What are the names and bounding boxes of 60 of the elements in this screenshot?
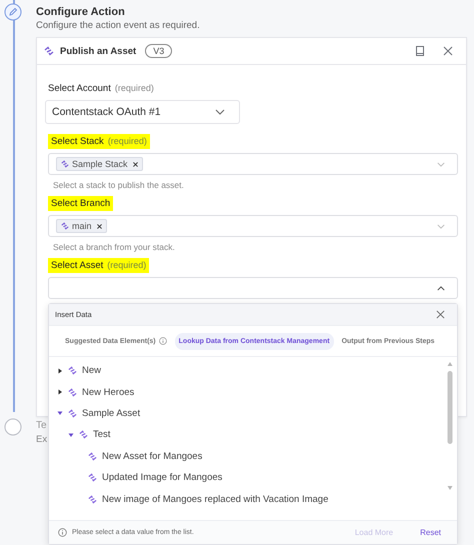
field-label: Select Account — [48, 83, 111, 94]
caret-right-icon[interactable] — [57, 389, 63, 396]
tree-label: New Asset for Mangoes — [102, 450, 202, 462]
book-icon[interactable] — [414, 45, 426, 57]
step-subtitle: Ex — [36, 433, 48, 446]
link-icon — [88, 452, 97, 461]
required-note: (required) — [107, 260, 146, 270]
pencil-icon — [4, 3, 22, 21]
tree-label: Sample Asset — [82, 408, 140, 419]
step-subtitle: Configure the action event as required. — [36, 19, 200, 32]
tree-item[interactable]: New — [49, 360, 457, 382]
tag-label: Sample Stack — [72, 159, 128, 169]
step-title: Te — [36, 419, 47, 433]
field-label: Select Branch — [51, 198, 110, 209]
link-icon — [79, 430, 88, 440]
link-icon — [68, 366, 77, 376]
link-icon — [68, 388, 77, 397]
remove-icon[interactable] — [96, 224, 102, 228]
tree-item[interactable]: Sample Asset — [49, 402, 457, 424]
multi-select-field[interactable] — [48, 277, 458, 299]
link-icon — [88, 473, 97, 482]
caret-down-icon[interactable] — [68, 432, 74, 438]
tree-label: New — [82, 365, 102, 376]
info-icon — [58, 528, 67, 537]
action-title: Publish an Asset — [60, 46, 136, 56]
version-badge: V3 — [145, 44, 172, 58]
multi-select-field[interactable]: main — [48, 215, 458, 237]
tree-item[interactable]: New Asset for Mangoes — [49, 446, 457, 467]
required-note: (required) — [108, 136, 147, 146]
tree-label: Test — [93, 429, 110, 440]
field-hint: Select a stack to publish the asset. — [53, 180, 185, 190]
tree-label: Updated Image for Mangoes — [102, 472, 222, 484]
field-label: Select Stack — [51, 136, 104, 147]
close-icon[interactable] — [442, 45, 454, 57]
dropdown-value: Contentstack OAuth #1 — [52, 106, 162, 118]
link-icon — [68, 408, 77, 418]
close-icon[interactable] — [436, 310, 445, 319]
tree-label: New image of Mangoes replaced with Vacation Image — [102, 494, 328, 505]
field-label: Select Asset — [51, 260, 104, 271]
multi-select-field[interactable]: Sample Stack — [48, 153, 458, 175]
link-icon — [61, 222, 69, 230]
required-note: (required) — [114, 83, 154, 93]
link-icon — [88, 494, 97, 504]
step-circle-icon — [4, 418, 22, 436]
tree-item[interactable]: Updated Image for Mangoes — [49, 466, 457, 488]
tree-item[interactable]: New Heroes — [49, 381, 457, 403]
step-title: Configure Action — [36, 5, 125, 19]
caret-down-icon[interactable] — [57, 410, 63, 416]
link-icon — [44, 46, 54, 56]
link-icon — [61, 160, 69, 168]
field-hint: Select a branch from your stack. — [53, 242, 176, 252]
reset-button[interactable]: Reset — [416, 526, 445, 539]
account-dropdown[interactable]: Contentstack OAuth #1 — [45, 100, 240, 124]
tree-item[interactable]: Test — [49, 424, 457, 446]
remove-icon[interactable] — [132, 162, 138, 166]
tag-label: main — [72, 221, 92, 231]
caret-right-icon[interactable] — [57, 368, 63, 374]
tree-label: New Heroes — [82, 386, 134, 398]
tree-item[interactable]: New image of Mangoes replaced with Vacation Image — [49, 488, 457, 510]
info-icon — [158, 337, 167, 345]
